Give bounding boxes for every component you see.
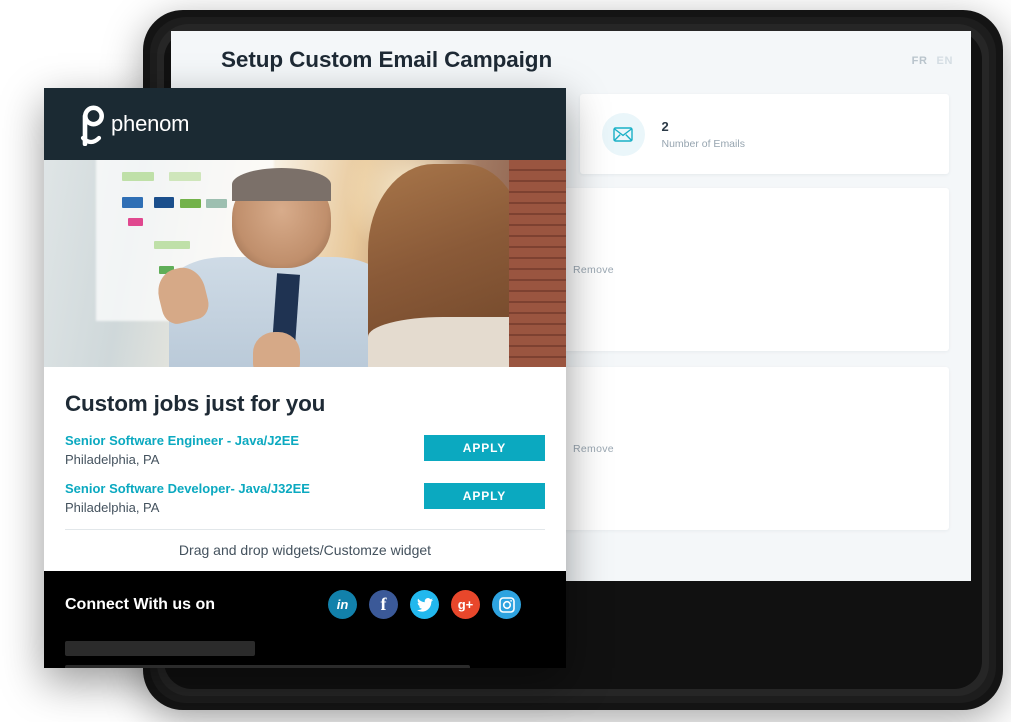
- stat-card-number-of-emails: 2 Number of Emails: [579, 94, 949, 174]
- googleplus-glyph: g+: [457, 597, 474, 612]
- page-title: Setup Custom Email Campaign: [221, 47, 553, 72]
- job-info: Senior Software Engineer - Java/J2EE Phi…: [65, 433, 299, 467]
- twitter-icon[interactable]: [410, 590, 439, 619]
- envelope-icon: [601, 112, 645, 156]
- placeholder-bar: [65, 641, 255, 656]
- preview-footer: Connect With us on in f g+: [44, 571, 566, 668]
- mobile-email-preview-panel: phenom Custom jobs just for you Senior S…: [44, 88, 566, 668]
- lang-option-fr[interactable]: FR: [912, 55, 928, 67]
- apply-button[interactable]: APPLY: [424, 435, 545, 461]
- placeholder-bar: [65, 665, 470, 668]
- phenom-wordmark: phenom: [111, 111, 190, 136]
- stat-value: 2: [661, 118, 669, 134]
- list-item: Senior Software Engineer - Java/J2EE Phi…: [65, 433, 545, 467]
- stat-text-number-of-emails: 2 Number of Emails: [662, 119, 745, 150]
- phenom-logo: phenom: [79, 102, 190, 146]
- remove-link[interactable]: Remove: [573, 443, 614, 455]
- remove-link[interactable]: Remove: [573, 264, 614, 276]
- job-location: Philadelphia, PA: [65, 452, 160, 467]
- preview-body: Custom jobs just for you Senior Software…: [44, 367, 566, 571]
- job-title-link[interactable]: Senior Software Developer- Java/J32EE: [65, 481, 310, 496]
- social-icons: in f g+: [328, 590, 521, 619]
- preview-hero-image: [44, 160, 566, 367]
- linkedin-glyph: in: [336, 597, 349, 612]
- stat-label: Number of Emails: [661, 137, 745, 150]
- language-toggle[interactable]: FR EN: [912, 55, 953, 67]
- job-location: Philadelphia, PA: [65, 500, 160, 515]
- facebook-icon[interactable]: f: [369, 590, 398, 619]
- preview-header: phenom: [44, 88, 566, 160]
- p-logo-icon: [80, 105, 104, 146]
- app-header: Setup Custom Email Campaign FR EN: [171, 31, 971, 94]
- connect-row: Connect With us on in f g+: [65, 590, 545, 619]
- connect-label: Connect With us on: [65, 595, 216, 613]
- instagram-icon[interactable]: [492, 590, 521, 619]
- facebook-glyph: f: [380, 594, 387, 614]
- preview-heading: Custom jobs just for you: [65, 391, 326, 416]
- drag-drop-hint[interactable]: Drag and drop widgets/Customze widget: [65, 529, 545, 571]
- lang-option-en[interactable]: EN: [937, 55, 953, 67]
- list-item: Senior Software Developer- Java/J32EE Ph…: [65, 481, 545, 515]
- job-info: Senior Software Developer- Java/J32EE Ph…: [65, 481, 310, 515]
- job-title-link[interactable]: Senior Software Engineer - Java/J2EE: [65, 433, 299, 448]
- apply-button[interactable]: APPLY: [424, 483, 545, 509]
- googleplus-icon[interactable]: g+: [451, 590, 480, 619]
- linkedin-icon[interactable]: in: [328, 590, 357, 619]
